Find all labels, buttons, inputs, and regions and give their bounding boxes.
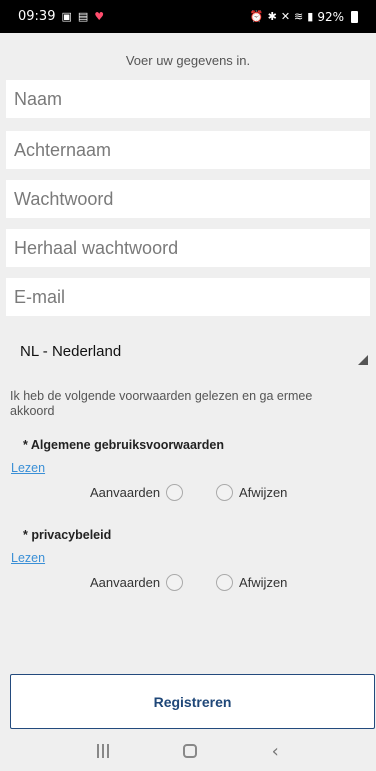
wifi-icon: ≋ bbox=[294, 10, 304, 23]
heart-icon: ♥ bbox=[94, 10, 105, 23]
dropdown-triangle-icon bbox=[358, 355, 368, 365]
terms-reject-option[interactable]: Afwijzen bbox=[216, 484, 287, 501]
signal-icon: ▮ bbox=[307, 10, 314, 23]
first-name-input[interactable] bbox=[14, 88, 370, 110]
alarm-icon: ⏰ bbox=[249, 10, 264, 23]
terms-read-link[interactable]: Lezen bbox=[11, 461, 45, 475]
privacy-accept-option[interactable]: Aanvaarden bbox=[90, 574, 184, 591]
bluetooth-icon: ✱ bbox=[267, 10, 277, 23]
terms-accept-radio[interactable] bbox=[166, 484, 184, 501]
terms-choice-row: Aanvaarden Afwijzen bbox=[0, 484, 376, 504]
back-icon[interactable]: ‹ bbox=[272, 741, 279, 762]
status-bar: 09:39 ▣ ▤ ♥ ⏰ ✱ ✕ ≋ ▮ 92% bbox=[0, 0, 376, 33]
privacy-accept-label: Aanvaarden bbox=[90, 575, 161, 590]
privacy-reject-radio[interactable] bbox=[216, 574, 233, 591]
repeat-password-field[interactable] bbox=[6, 229, 370, 267]
privacy-reject-label: Afwijzen bbox=[239, 575, 288, 590]
terms-intro-text: Ik heb de volgende voorwaarden gelezen e… bbox=[10, 389, 313, 418]
register-button[interactable]: Registreren bbox=[10, 674, 375, 729]
recent-apps-icon[interactable] bbox=[97, 744, 110, 758]
country-select-value: NL - Nederland bbox=[20, 342, 122, 360]
terms-accept-label: Aanvaarden bbox=[90, 485, 161, 500]
repeat-password-input[interactable] bbox=[14, 237, 370, 259]
home-icon[interactable] bbox=[183, 744, 198, 758]
last-name-field[interactable] bbox=[6, 131, 370, 169]
country-select[interactable]: NL - Nederland bbox=[6, 333, 370, 369]
gallery-icon: ▣ bbox=[61, 10, 72, 23]
terms-title: * Algemene gebruiksvoorwaarden bbox=[23, 438, 224, 452]
privacy-read-link[interactable]: Lezen bbox=[11, 551, 45, 565]
privacy-accept-radio[interactable] bbox=[166, 574, 184, 591]
battery-percent: 92% bbox=[317, 9, 344, 24]
last-name-input[interactable] bbox=[14, 139, 370, 161]
email-input[interactable] bbox=[14, 286, 370, 308]
intro-text: Voer uw gegevens in. bbox=[125, 53, 251, 68]
email-field[interactable] bbox=[6, 278, 370, 316]
terms-accept-option[interactable]: Aanvaarden bbox=[90, 484, 184, 501]
navigation-bar: ‹ bbox=[0, 731, 376, 771]
password-input[interactable] bbox=[14, 188, 370, 210]
first-name-field[interactable] bbox=[6, 80, 370, 118]
privacy-reject-option[interactable]: Afwijzen bbox=[216, 574, 287, 591]
privacy-choice-row: Aanvaarden Afwijzen bbox=[0, 574, 376, 594]
privacy-title: * privacybeleid bbox=[23, 528, 112, 542]
contact-card-icon: ▤ bbox=[77, 10, 89, 23]
mute-icon: ✕ bbox=[280, 10, 291, 23]
battery-icon bbox=[351, 10, 358, 23]
password-field[interactable] bbox=[6, 180, 370, 218]
terms-reject-radio[interactable] bbox=[216, 484, 233, 501]
terms-reject-label: Afwijzen bbox=[239, 485, 288, 500]
status-time: 09:39 bbox=[18, 9, 56, 24]
